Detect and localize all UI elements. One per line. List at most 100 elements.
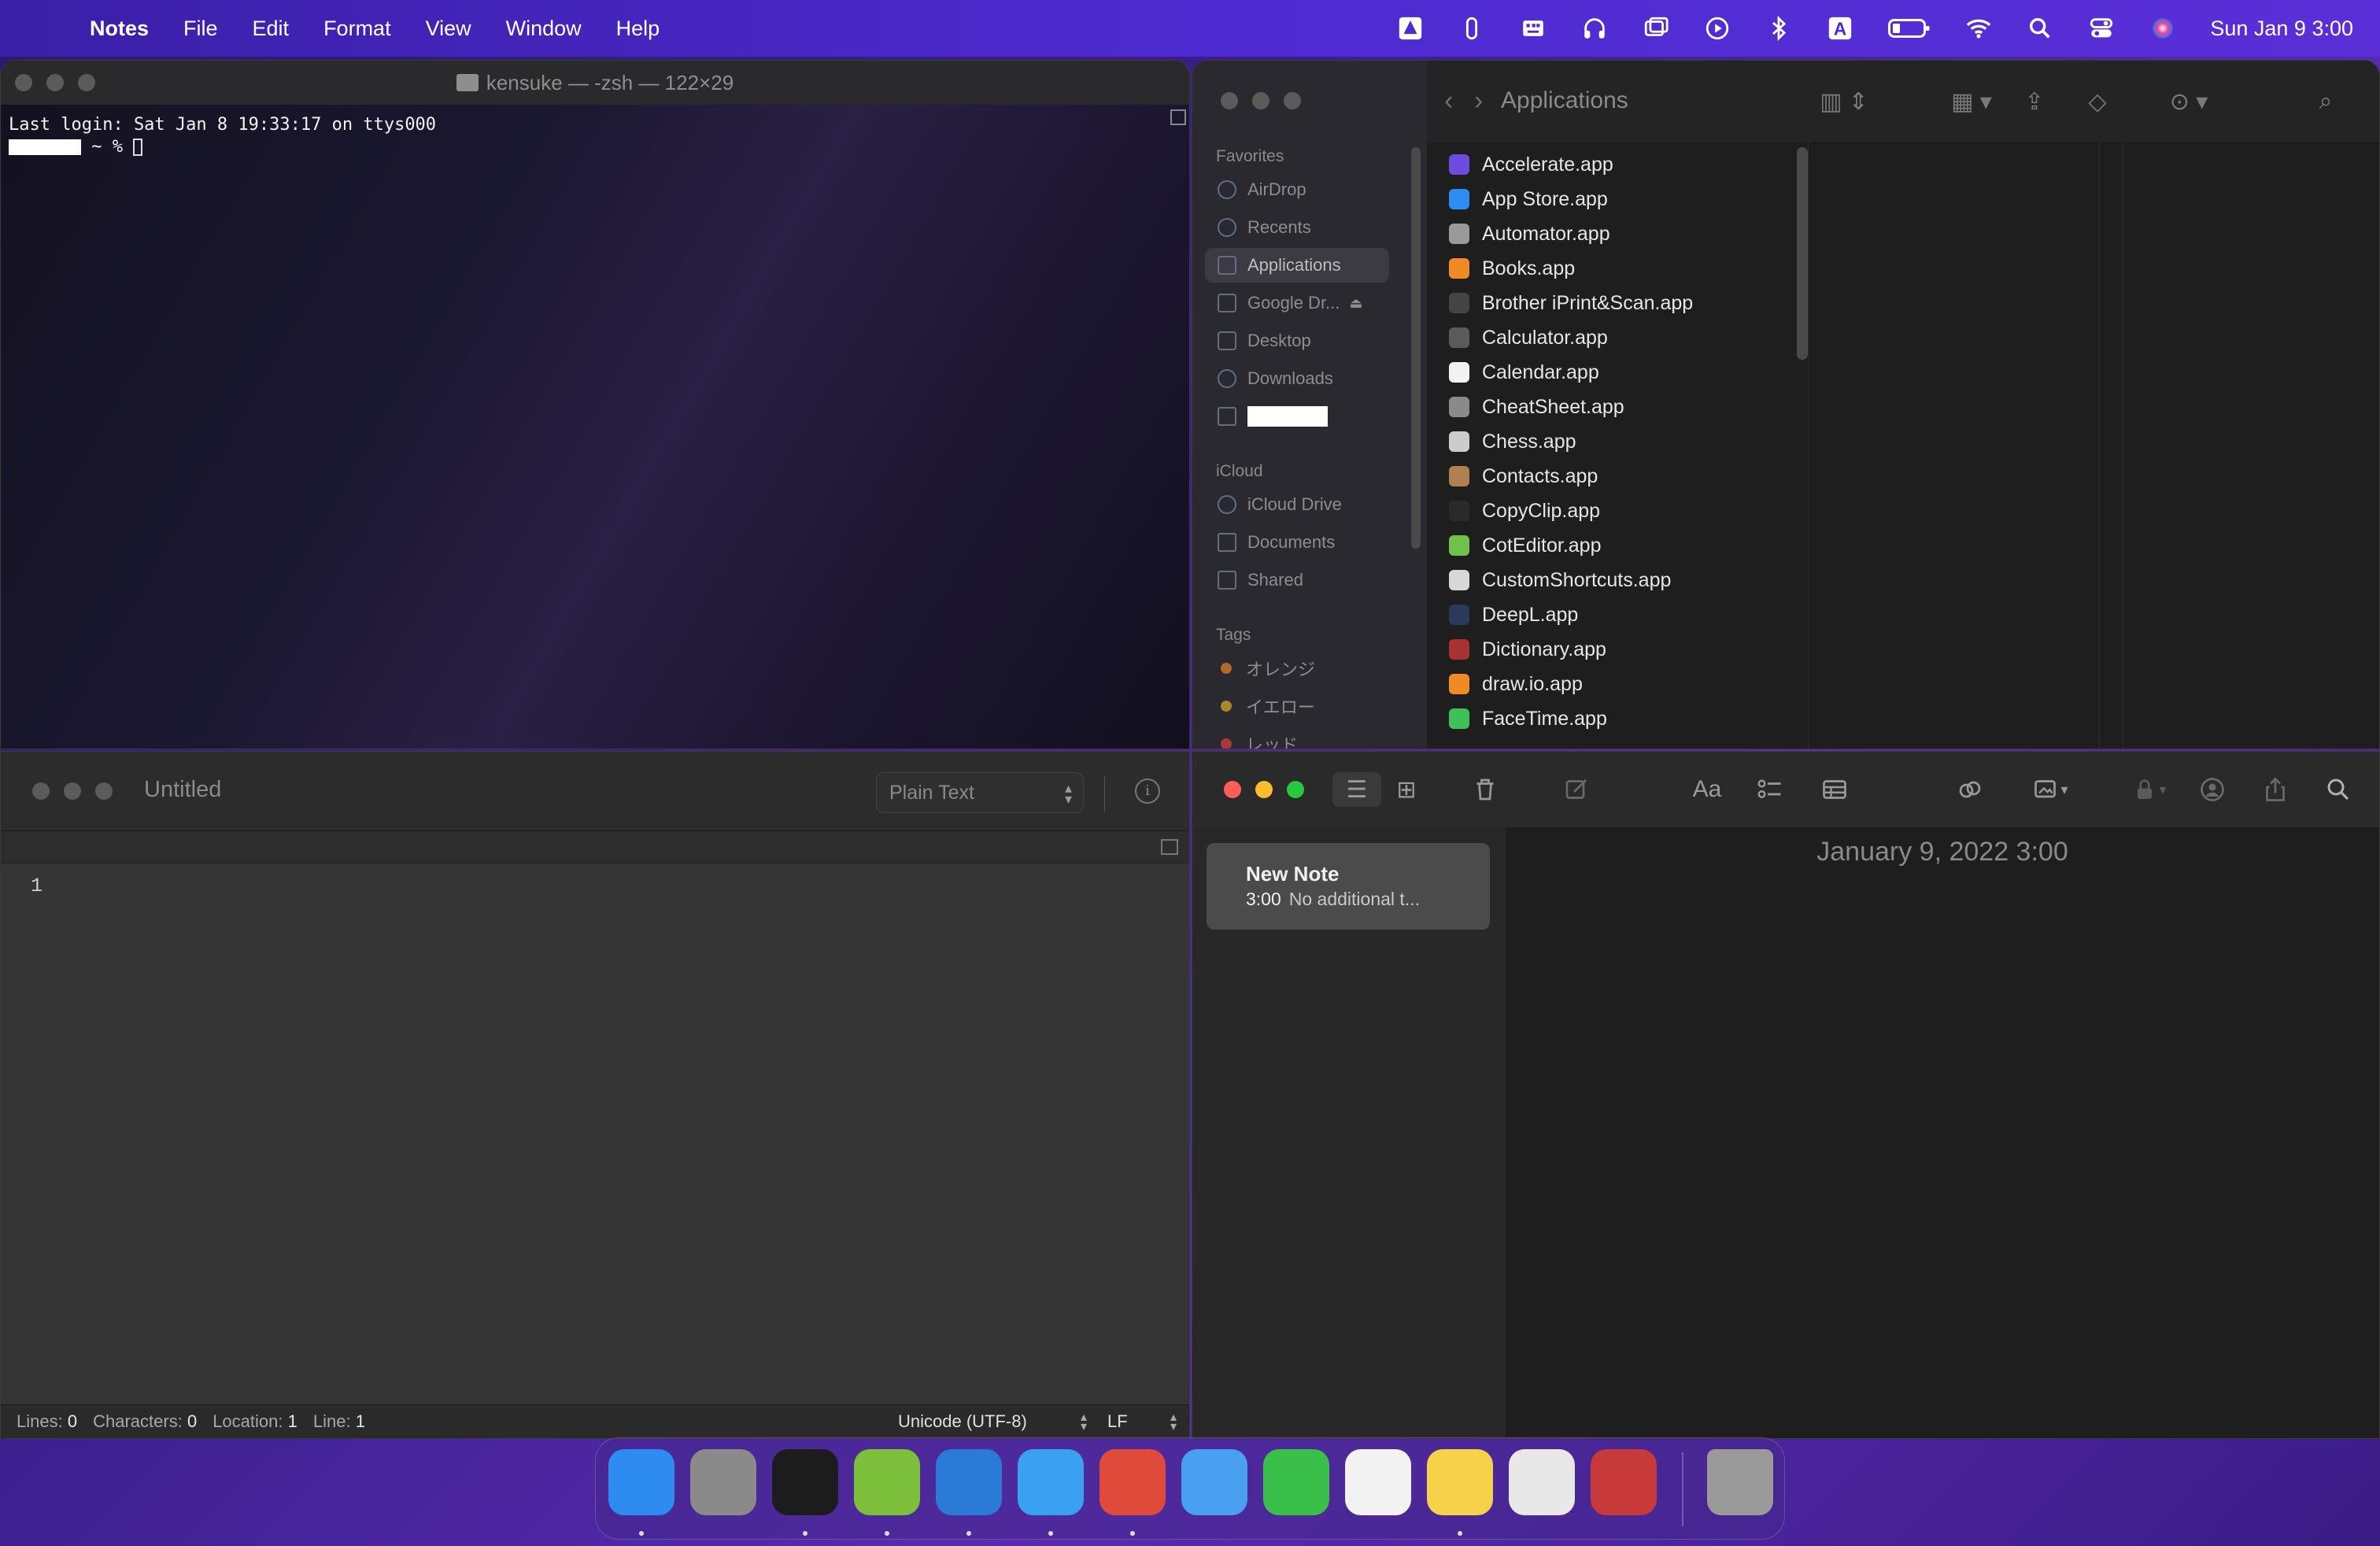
info-icon[interactable]: i (1135, 779, 1160, 804)
finder-icon[interactable] (608, 1449, 674, 1515)
line-ending-select[interactable]: LF (1107, 1411, 1128, 1432)
zotero-icon[interactable] (1591, 1449, 1657, 1515)
trash-icon[interactable] (1707, 1449, 1773, 1515)
sidebar-item-icloud-drive[interactable]: iCloud Drive (1205, 487, 1389, 522)
list-item[interactable]: Chess.app (1449, 426, 1576, 457)
menu-window[interactable]: Window (506, 17, 582, 41)
eject-icon[interactable]: ⏏ (1349, 295, 1362, 312)
list-item[interactable]: CustomShortcuts.app (1449, 564, 1671, 596)
sidebar-item-recents[interactable]: Recents (1205, 210, 1389, 245)
zoom-button[interactable] (78, 74, 95, 91)
sidebar-scrollbar[interactable] (1411, 147, 1421, 549)
vscode-icon[interactable] (936, 1449, 1002, 1515)
safari-icon[interactable] (1018, 1449, 1084, 1515)
spotlight-icon[interactable] (2026, 14, 2054, 43)
note-editor[interactable]: January 9, 2022 3:00 (1506, 827, 2379, 1438)
minimize-button[interactable] (64, 782, 81, 800)
collaborate-icon[interactable] (2193, 772, 2231, 807)
notes-window[interactable]: ☰ ⊞ Aa ▾ ▾ New Note 3:00 No additional t.… (1192, 751, 2380, 1439)
split-view-icon[interactable] (1161, 839, 1178, 855)
terminal-icon[interactable] (772, 1449, 838, 1515)
finder-window[interactable]: Favorites AirDrop Recents Applications G… (1192, 60, 2380, 749)
gallery-view-icon[interactable]: ⊞ (1388, 772, 1425, 807)
sidebar-item-airdrop[interactable]: AirDrop (1205, 172, 1389, 207)
list-item[interactable]: FaceTime.app (1449, 703, 1607, 734)
font-format-button[interactable]: Aa (1685, 772, 1729, 807)
media-icon[interactable]: ▾ (2019, 772, 2082, 807)
bluetooth-icon[interactable] (1765, 14, 1793, 43)
sidebar-item-documents[interactable]: Documents (1205, 525, 1389, 560)
chrome-icon[interactable] (1099, 1449, 1166, 1515)
search-icon[interactable]: ⌕ (2307, 84, 2345, 119)
editor-titlebar[interactable]: Untitled Plain Text ▴ ▾ i (1, 752, 1189, 831)
sidebar-item-shared[interactable]: Shared (1205, 563, 1389, 597)
sidebar-tag-red[interactable]: レッド (1205, 727, 1389, 749)
textedit-icon[interactable] (1509, 1449, 1575, 1515)
list-item[interactable]: App Store.app (1449, 183, 1608, 215)
tag-icon[interactable]: ◇ (2079, 84, 2116, 119)
control-center-icon[interactable] (2087, 14, 2116, 43)
delete-icon[interactable] (1466, 772, 1504, 807)
search-icon[interactable] (2319, 772, 2357, 807)
list-item[interactable]: Automator.app (1449, 218, 1610, 250)
battery-icon[interactable] (1887, 14, 1931, 43)
forward-icon[interactable]: › (1474, 86, 1483, 117)
sidebar-item-applications[interactable]: Applications (1205, 248, 1389, 283)
zoom-button[interactable] (1284, 92, 1301, 109)
compose-icon[interactable] (1558, 772, 1595, 807)
list-item[interactable]: Contacts.app (1449, 460, 1598, 492)
close-button[interactable] (32, 782, 50, 800)
system-preferences-icon[interactable] (690, 1449, 756, 1515)
menu-file[interactable]: File (183, 17, 218, 41)
group-icon[interactable]: ▦ ▾ (1938, 84, 2005, 119)
action-menu-icon[interactable]: ⊙ ▾ (2156, 84, 2222, 119)
share-icon[interactable] (2256, 772, 2294, 807)
script-editor-icon[interactable] (854, 1449, 920, 1515)
sidebar-tag-yellow[interactable]: イエロー (1205, 689, 1389, 723)
sidebar-item-home[interactable] (1205, 399, 1389, 434)
syntax-select[interactable]: Plain Text ▴ ▾ (876, 772, 1084, 813)
notes-icon[interactable] (1427, 1449, 1493, 1515)
list-item[interactable]: draw.io.app (1449, 668, 1583, 700)
minimize-button[interactable] (1255, 781, 1273, 798)
list-item[interactable]: CopyClip.app (1449, 495, 1600, 527)
encoding-select[interactable]: Unicode (UTF-8) (898, 1411, 1027, 1432)
mail-icon[interactable] (1181, 1449, 1247, 1515)
menu-view[interactable]: View (426, 17, 471, 41)
minimize-button[interactable] (46, 74, 64, 91)
keyboard-icon[interactable] (1519, 14, 1547, 43)
menu-help[interactable]: Help (616, 17, 660, 41)
link-icon[interactable] (1951, 772, 1989, 807)
headphones-icon[interactable] (1580, 14, 1609, 43)
list-item[interactable]: Brother iPrint&Scan.app (1449, 287, 1693, 319)
line-icon[interactable] (1263, 1449, 1329, 1515)
menu-clock[interactable]: Sun Jan 9 3:00 (2210, 17, 2353, 41)
zoom-button[interactable] (1287, 781, 1304, 798)
screen-mirroring-icon[interactable] (1642, 14, 1670, 43)
list-item[interactable]: Accelerate.app (1449, 149, 1613, 180)
applications-list[interactable]: Accelerate.app App Store.app Automator.app… (1427, 142, 1808, 749)
close-button[interactable] (1221, 92, 1238, 109)
sidebar-item-google-drive[interactable]: Google Dr... ⏏ (1205, 286, 1389, 320)
list-scrollbar[interactable] (1797, 147, 1808, 360)
paperclip-icon[interactable] (1458, 14, 1486, 43)
siri-icon[interactable] (2149, 14, 2177, 43)
sidebar-item-desktop[interactable]: Desktop (1205, 324, 1389, 358)
list-item[interactable]: Calculator.app (1449, 322, 1608, 353)
terminal-titlebar[interactable]: kensuke — -zsh — 122×29 (1, 61, 1189, 105)
menu-app-name[interactable]: Notes (90, 17, 149, 41)
list-item[interactable]: DeepL.app (1449, 599, 1578, 631)
terminal-output[interactable]: Last login: Sat Jan 8 19:33:17 on ttys00… (1, 105, 1189, 749)
column-divider[interactable] (2099, 142, 2100, 749)
menu-format[interactable]: Format (323, 17, 391, 41)
lock-icon[interactable]: ▾ (2121, 772, 2176, 807)
close-button[interactable] (15, 74, 32, 91)
terminal-scroll-marker-icon[interactable] (1170, 109, 1186, 125)
list-item[interactable]: Dictionary.app (1449, 634, 1606, 665)
list-item[interactable]: Calendar.app (1449, 357, 1599, 388)
slack-icon[interactable] (1345, 1449, 1411, 1515)
list-item[interactable]: CotEditor.app (1449, 530, 1602, 561)
list-view-icon[interactable]: ☰ (1332, 772, 1381, 807)
column-view-icon[interactable]: ▥ ⇕ (1811, 84, 1877, 119)
wifi-icon[interactable] (1964, 14, 1993, 43)
